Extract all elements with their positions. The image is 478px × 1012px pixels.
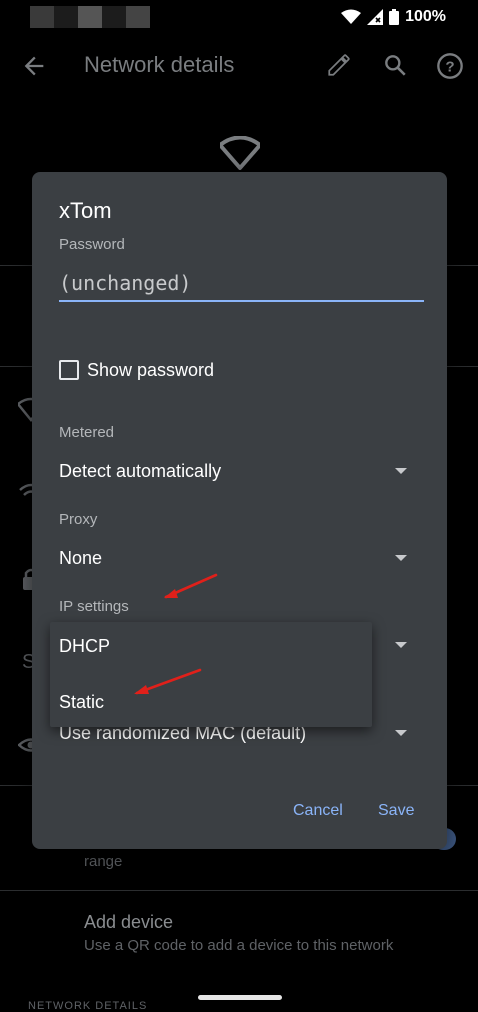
back-arrow-icon[interactable] xyxy=(20,52,48,80)
wifi-signal-icon xyxy=(220,136,260,170)
save-button[interactable]: Save xyxy=(369,796,423,826)
background-range-text: range xyxy=(84,853,123,870)
wifi-icon xyxy=(341,9,362,24)
annotation-arrow-icon xyxy=(134,668,202,695)
password-label: Password xyxy=(59,236,125,253)
help-icon[interactable]: ? xyxy=(436,52,464,80)
network-dialog: xTom Password (unchanged) Show password … xyxy=(32,172,447,849)
edit-pencil-icon[interactable] xyxy=(326,52,352,78)
signal-icon xyxy=(367,9,384,25)
metered-label: Metered xyxy=(59,424,115,441)
divider xyxy=(0,890,478,891)
annotation-arrow-icon xyxy=(164,573,218,599)
password-field[interactable]: (unchanged) xyxy=(59,266,424,302)
status-bar-right: 100% xyxy=(341,8,446,26)
metered-dropdown[interactable]: Detect automatically xyxy=(59,461,221,482)
chevron-down-icon[interactable] xyxy=(395,730,407,736)
password-value: (unchanged) xyxy=(59,271,192,295)
dropdown-option-static[interactable]: Static xyxy=(59,692,104,713)
search-icon[interactable] xyxy=(382,52,408,78)
add-device-title[interactable]: Add device xyxy=(84,912,173,933)
ip-settings-dropdown-menu: DHCP Static xyxy=(50,622,372,727)
proxy-label: Proxy xyxy=(59,511,98,528)
battery-icon xyxy=(389,9,400,25)
chevron-down-icon[interactable] xyxy=(395,555,407,561)
cancel-button[interactable]: Cancel xyxy=(284,796,352,826)
battery-percent: 100% xyxy=(405,8,446,25)
chevron-down-icon[interactable] xyxy=(395,642,407,648)
add-device-subtitle: Use a QR code to add a device to this ne… xyxy=(84,937,394,954)
ip-settings-label: IP settings xyxy=(59,598,129,615)
chevron-down-icon[interactable] xyxy=(395,468,407,474)
proxy-dropdown[interactable]: None xyxy=(59,548,102,569)
dropdown-option-dhcp[interactable]: DHCP xyxy=(59,636,110,657)
show-password-checkbox[interactable] xyxy=(59,360,79,380)
show-password-label[interactable]: Show password xyxy=(87,360,214,381)
gesture-nav-handle[interactable] xyxy=(198,995,282,1000)
status-bar-notification-icons xyxy=(30,6,150,28)
page-title: Network details xyxy=(84,52,235,77)
section-header: NETWORK DETAILS xyxy=(28,1000,148,1012)
svg-text:?: ? xyxy=(445,58,454,75)
dialog-title: xTom xyxy=(59,198,112,223)
